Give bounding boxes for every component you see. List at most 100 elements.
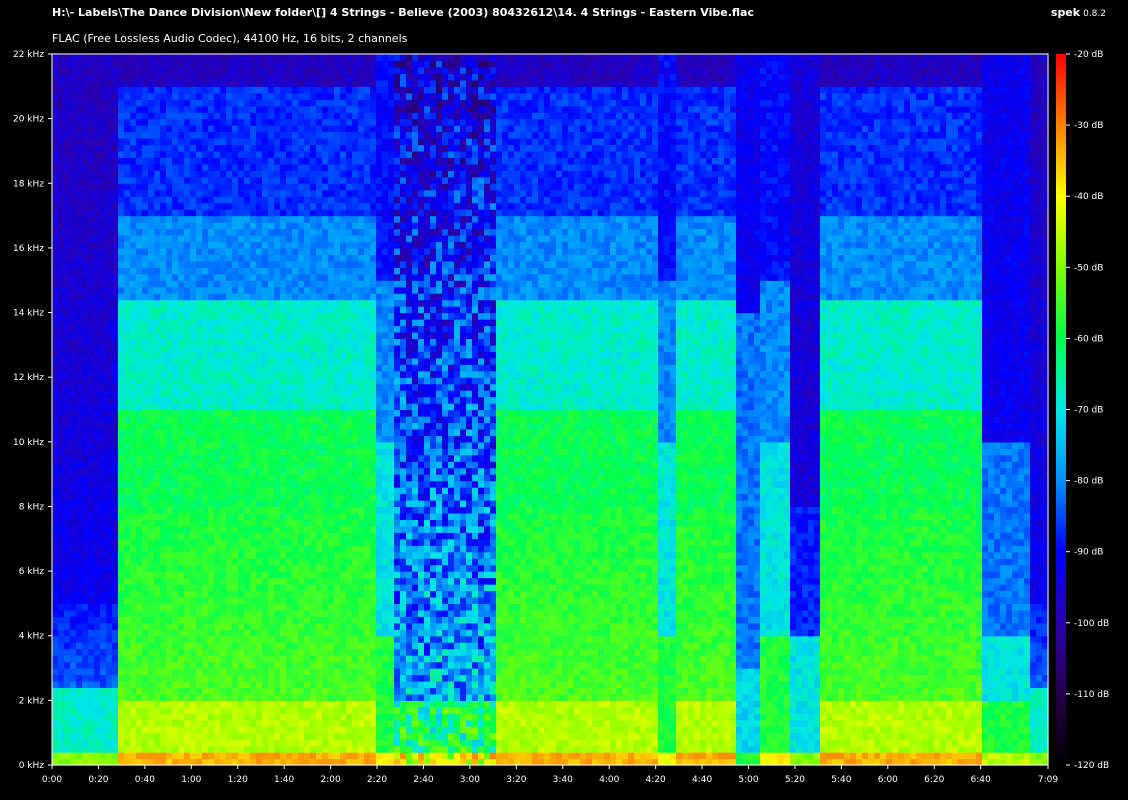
- spectrogram-cell: [310, 745, 317, 753]
- spectrogram-cell: [244, 306, 251, 314]
- spectrogram-cell: [298, 92, 305, 100]
- spectrogram-cell: [64, 183, 71, 191]
- spectrogram-cell: [232, 422, 239, 430]
- spectrogram-cell: [280, 209, 287, 217]
- spectrogram-cell: [52, 331, 59, 339]
- spectrogram-cell: [184, 616, 191, 624]
- spectrogram-cell: [202, 319, 209, 327]
- spectrogram-cell: [256, 435, 263, 443]
- spectrogram-cell: [130, 105, 137, 113]
- spectrogram-cell: [130, 131, 137, 139]
- spectrogram-cell: [232, 687, 239, 695]
- spectrogram-cell: [166, 545, 173, 553]
- spectrogram-cell: [322, 739, 329, 747]
- spectrogram-cell: [172, 234, 179, 243]
- spectrogram-cell: [130, 357, 137, 365]
- spectrogram-cell: [52, 105, 59, 113]
- spectrogram-cell: [130, 474, 137, 482]
- spectrogram-cell: [178, 364, 185, 372]
- spectrogram-cell: [196, 273, 203, 281]
- spectrogram-cell: [160, 234, 167, 243]
- spectrogram-cell: [196, 693, 203, 701]
- spectrogram-cell: [190, 351, 197, 359]
- spectrogram-cell: [238, 532, 245, 540]
- spectrogram-cell: [190, 519, 197, 527]
- spectrogram-cell: [82, 267, 89, 275]
- spectrogram-cell: [238, 635, 245, 643]
- spectrogram-cell: [214, 331, 221, 339]
- spectrogram-cell: [214, 138, 221, 146]
- spectrogram-cell: [178, 73, 185, 81]
- spectrogram-cell: [136, 357, 143, 365]
- spectrogram-cell: [316, 86, 323, 94]
- spectrogram-cell: [184, 441, 191, 449]
- spectrogram-cell: [310, 545, 317, 553]
- spectrogram-cell: [142, 312, 149, 320]
- spectrogram-cell: [148, 222, 155, 230]
- spectrogram-cell: [124, 680, 131, 689]
- spectrogram-cell: [166, 325, 173, 333]
- spectrogram-cell: [316, 564, 323, 572]
- spectrogram-cell: [184, 428, 191, 436]
- spectrogram-cell: [64, 713, 71, 721]
- spectrogram-cell: [112, 105, 119, 113]
- spectrogram-cell: [166, 635, 173, 643]
- spectrogram-cell: [256, 254, 263, 262]
- spectrogram-cell: [82, 467, 89, 475]
- spectrogram-cell: [172, 480, 179, 488]
- spectrogram-cell: [226, 519, 233, 527]
- spectrogram-cell: [70, 306, 77, 314]
- spectrogram-cell: [178, 635, 185, 643]
- spectrogram-cell: [160, 138, 167, 146]
- spectrogram-cell: [250, 616, 257, 624]
- spectrogram-cell: [250, 487, 257, 495]
- spectrogram-cell: [268, 480, 275, 488]
- spectrogram-cell: [256, 183, 263, 191]
- spectrogram-cell: [286, 403, 293, 411]
- spectrogram-cell: [160, 512, 167, 520]
- spectrogram-cell: [304, 86, 311, 94]
- spectrogram-cell: [106, 60, 113, 68]
- spectrogram-cell: [238, 538, 245, 546]
- spectrogram-cell: [298, 493, 305, 501]
- spectrogram-cell: [52, 293, 59, 301]
- spectrogram-cell: [118, 299, 125, 307]
- spectrogram-cell: [310, 480, 317, 488]
- spectrogram-cell: [238, 312, 245, 320]
- spectrogram-cell: [118, 726, 125, 734]
- spectrogram-cell: [172, 545, 179, 553]
- spectrogram-cell: [172, 357, 179, 365]
- spectrogram-cell: [58, 222, 65, 230]
- spectrogram-cell: [190, 163, 197, 171]
- spectrogram-cell: [220, 564, 227, 572]
- spectrogram-cell: [250, 448, 257, 456]
- spectrogram-cell: [304, 648, 311, 656]
- spectrogram-cell: [304, 92, 311, 100]
- spectrogram-cell: [160, 73, 167, 81]
- spectrogram-cell: [58, 726, 65, 734]
- spectrogram-cell: [268, 112, 275, 120]
- spectrogram-cell: [58, 558, 65, 566]
- spectrogram-cell: [160, 706, 167, 714]
- spectrogram-cell: [256, 706, 263, 714]
- spectrogram-cell: [124, 674, 131, 682]
- spectrogram-cell: [154, 176, 161, 184]
- spectrogram-cell: [232, 487, 239, 495]
- spectrogram-cell: [160, 648, 167, 656]
- spectrogram-cell: [124, 189, 131, 197]
- spectrogram-cell: [172, 700, 179, 708]
- spectrogram-cell: [196, 325, 203, 333]
- spectrogram-cell: [220, 118, 227, 126]
- spectrogram-cell: [304, 247, 311, 255]
- spectrogram-cell: [286, 693, 293, 701]
- spectrogram-cell: [190, 319, 197, 327]
- spectrogram-cell: [142, 622, 149, 630]
- spectrogram-cell: [178, 551, 185, 559]
- spectrogram-cell: [316, 403, 323, 411]
- spectrogram-cell: [232, 241, 239, 249]
- spectrogram-cell: [322, 706, 329, 714]
- spectrogram-cell: [310, 428, 317, 436]
- spectrogram-cell: [148, 499, 155, 508]
- spectrogram-cell: [124, 377, 131, 385]
- spectrogram-cell: [76, 66, 83, 74]
